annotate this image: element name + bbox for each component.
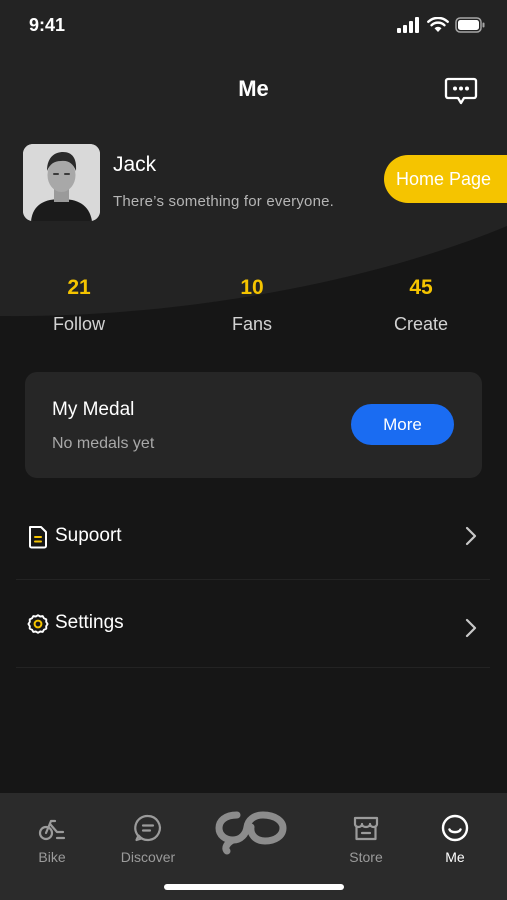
menu-item-label: Settings	[55, 612, 124, 633]
stat-value: 45	[409, 276, 433, 299]
go-logo-icon	[215, 811, 287, 855]
message-icon[interactable]	[444, 75, 478, 107]
gear-icon	[27, 614, 49, 634]
status-time: 9:41	[29, 15, 66, 35]
tab-store[interactable]: Store	[326, 813, 406, 865]
store-icon	[353, 816, 379, 841]
user-name: Jack	[113, 153, 157, 176]
stat-label: Create	[393, 314, 449, 334]
tab-discover[interactable]: Discover	[108, 813, 188, 865]
menu-item-support[interactable]: Supoort	[16, 492, 490, 580]
tab-bike[interactable]: Bike	[12, 813, 92, 865]
menu-item-settings[interactable]: Settings	[16, 580, 490, 668]
chevron-right-icon	[465, 526, 477, 546]
home-indicator	[164, 884, 344, 890]
status-icons	[397, 17, 485, 33]
medal-more-button[interactable]: More	[351, 404, 454, 445]
stat-create[interactable]: 45 Create	[361, 274, 481, 335]
medal-subtitle: No medals yet	[52, 435, 155, 452]
home-page-button[interactable]: Home Page	[384, 155, 507, 203]
stat-value: 21	[67, 276, 91, 299]
chat-bubble-icon	[134, 814, 161, 842]
stat-label: Follow	[52, 314, 105, 334]
signal-icon	[397, 17, 419, 33]
menu-item-label: Supoort	[55, 525, 122, 546]
wifi-icon	[427, 17, 449, 32]
smile-icon	[441, 814, 469, 842]
tab-me[interactable]: Me	[415, 813, 495, 865]
medal-title: My Medal	[52, 399, 135, 420]
avatar[interactable]	[23, 144, 100, 221]
divider	[16, 667, 490, 668]
battery-icon	[455, 17, 485, 33]
stat-fans[interactable]: 10 Fans	[192, 274, 312, 335]
medal-card: My Medal No medals yet More	[25, 372, 482, 478]
stat-follow[interactable]: 21 Follow	[19, 274, 139, 335]
tab-center-logo[interactable]	[214, 807, 294, 855]
tab-label: Store	[349, 849, 383, 865]
page-title: Me	[238, 76, 269, 101]
stat-label: Fans	[231, 314, 273, 334]
tab-label: Me	[445, 849, 465, 865]
stat-value: 10	[240, 276, 264, 299]
tab-label: Discover	[120, 849, 176, 865]
avatar-photo	[23, 144, 100, 221]
document-icon	[29, 526, 47, 549]
bike-icon	[38, 819, 66, 841]
chevron-right-icon	[465, 618, 477, 638]
user-bio: There’s something for everyone.	[113, 193, 335, 210]
status-bar: 9:41	[0, 0, 507, 52]
tab-label: Bike	[38, 849, 66, 865]
